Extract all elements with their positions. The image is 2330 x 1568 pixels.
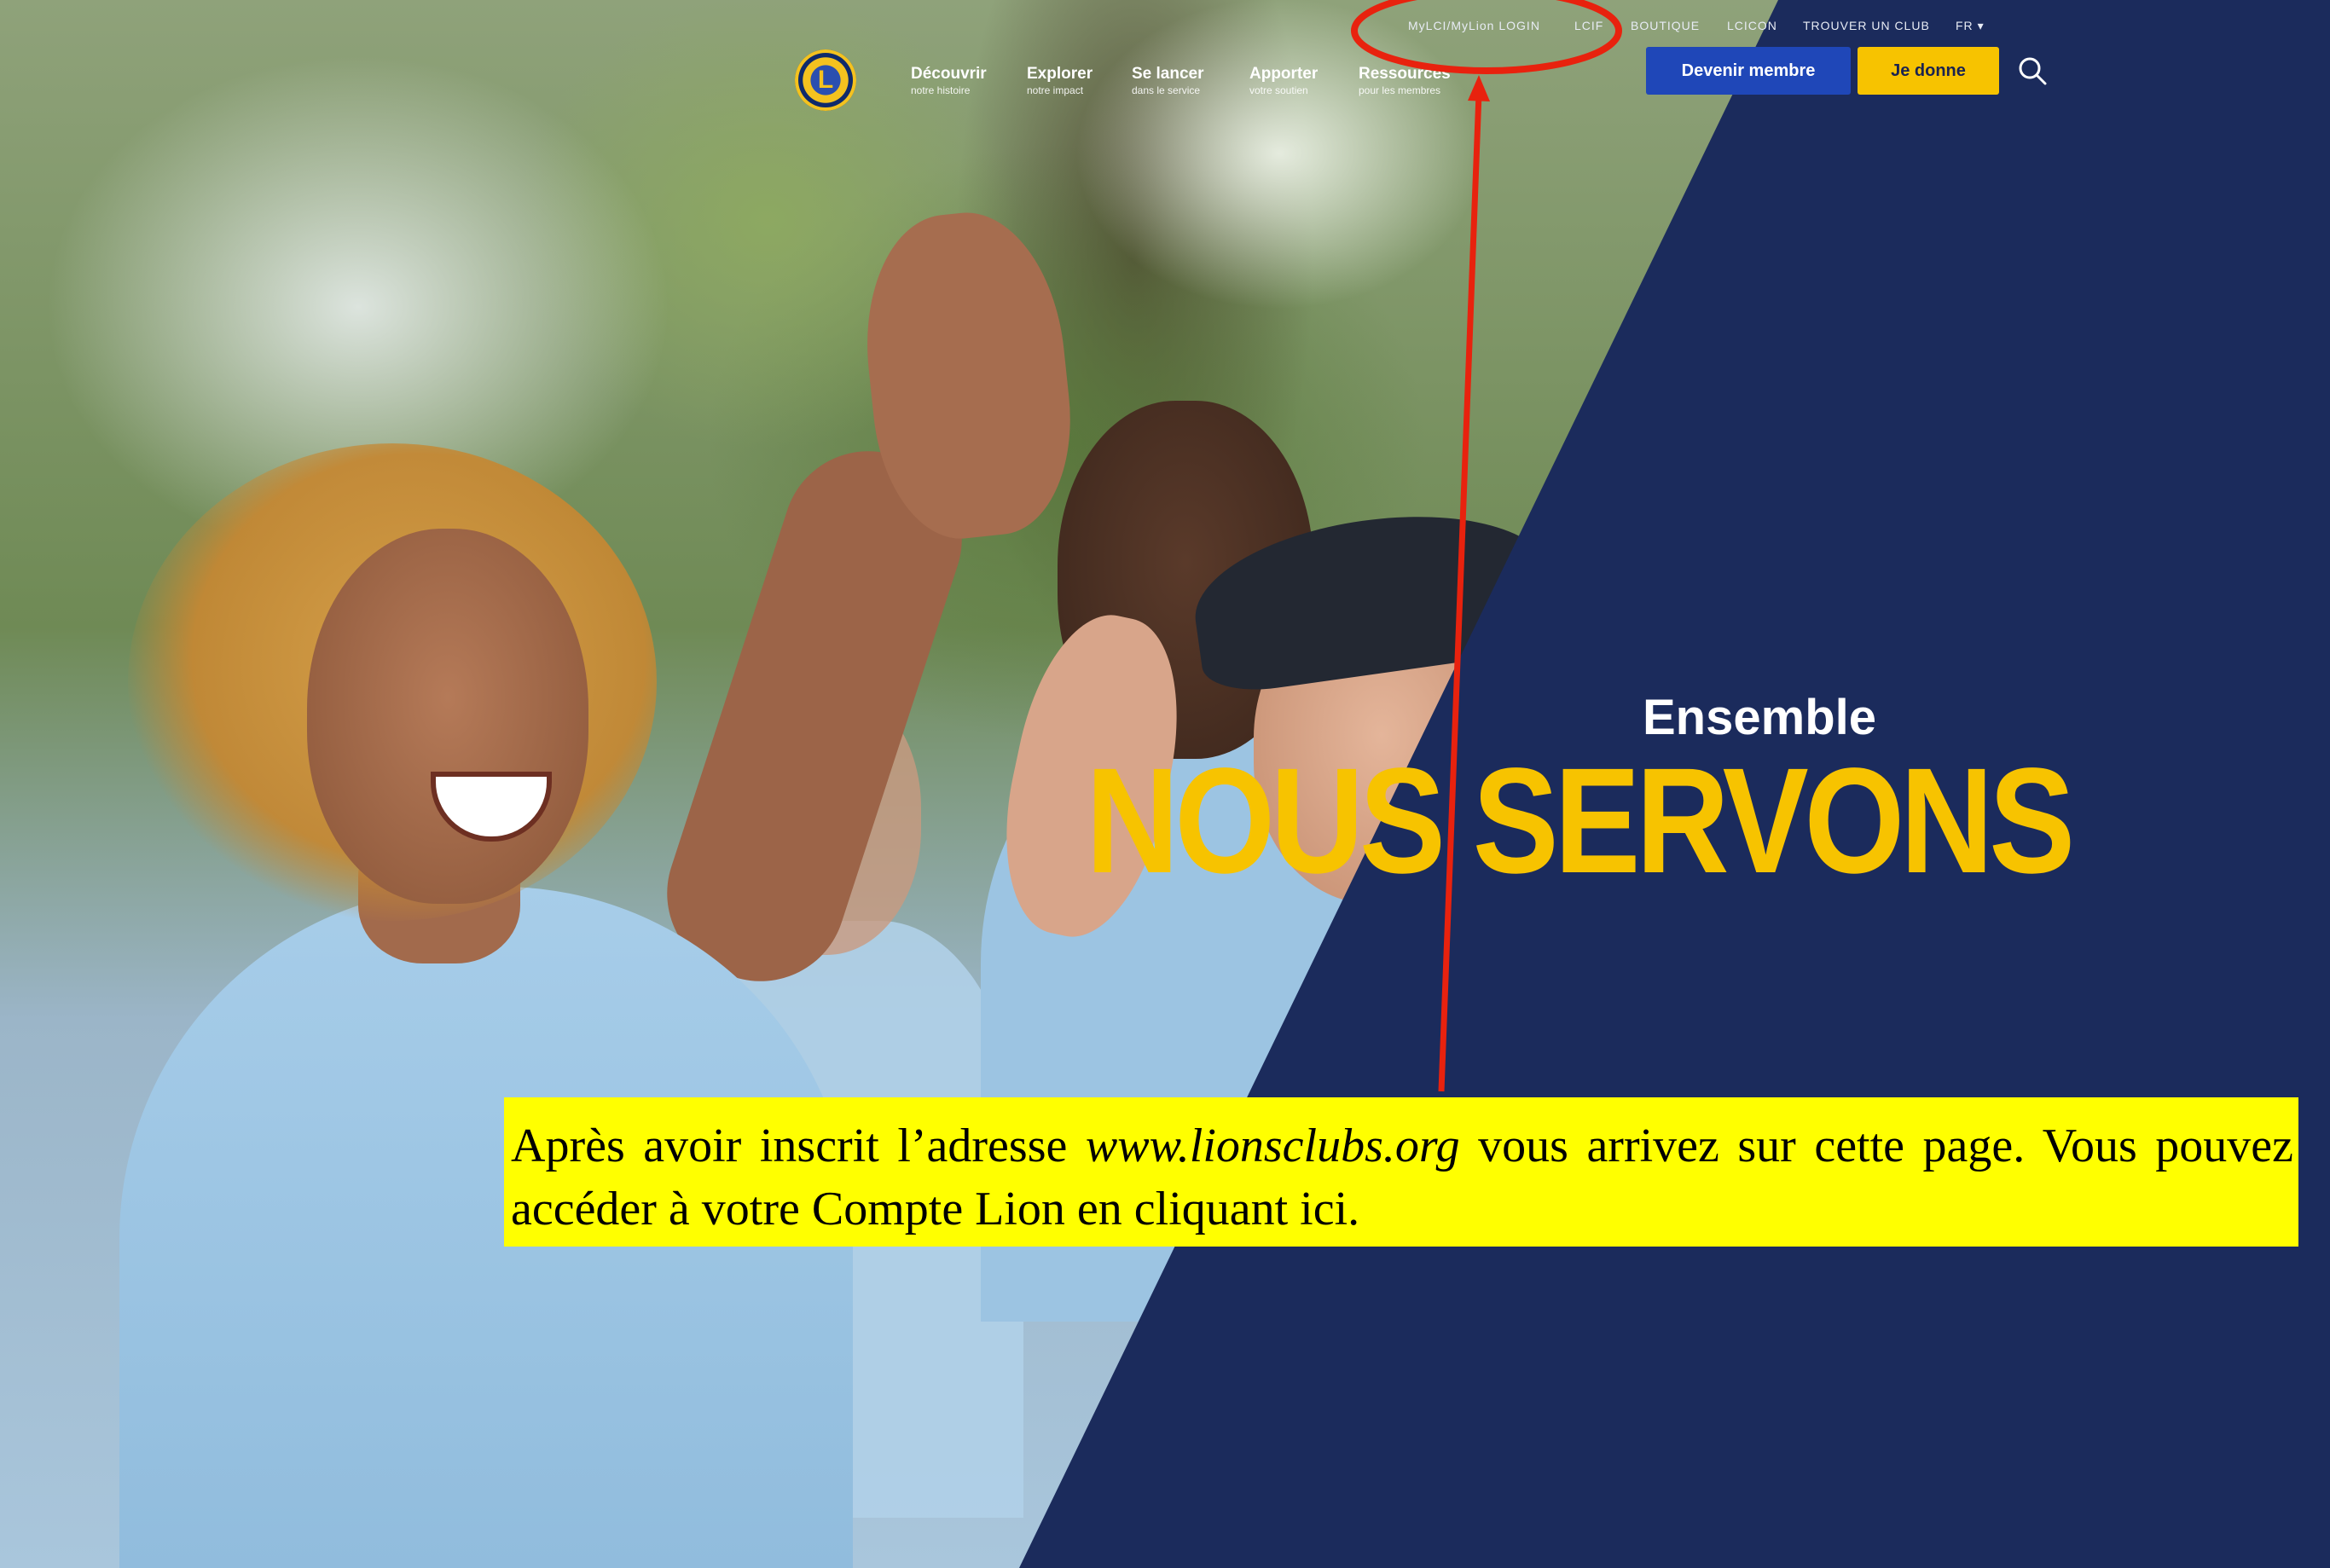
- nav-title: Se lancer: [1132, 65, 1204, 83]
- annotation-text-1: Après avoir inscrit l’adresse: [511, 1120, 1086, 1172]
- nav-item-se-lancer[interactable]: Se lancer dans le service: [1132, 65, 1204, 97]
- nav-subtitle: pour les membres: [1359, 84, 1441, 96]
- language-selector[interactable]: FR ▾: [1956, 19, 1985, 33]
- nav-title: Ressources: [1359, 65, 1451, 83]
- nav-item-ressources[interactable]: Ressources pour les membres: [1359, 65, 1451, 97]
- hero-title: NOUS SERVONS: [1086, 738, 2075, 905]
- nav-title: Apporter: [1249, 65, 1319, 83]
- caret-down-icon: ▾: [1977, 19, 1985, 32]
- nav-item-apporter[interactable]: Apporter votre soutien: [1249, 65, 1318, 97]
- nav-title: Découvrir: [911, 65, 987, 83]
- nav-title: Explorer: [1027, 65, 1093, 83]
- lions-logo[interactable]: L: [795, 49, 856, 111]
- lcicon-link[interactable]: LCICON: [1727, 19, 1777, 32]
- mylion-login-link[interactable]: MyLCI/MyLion LOGIN: [1408, 19, 1540, 32]
- logo-letter: L: [817, 66, 834, 94]
- language-label: FR: [1956, 19, 1974, 32]
- nav-item-explorer[interactable]: Explorer notre impact: [1027, 65, 1093, 97]
- annotation-url: www.lionsclubs.org: [1085, 1120, 1460, 1172]
- search-icon[interactable]: [2018, 56, 2047, 85]
- page: L Découvrir notre histoire Explorer notr…: [0, 0, 2330, 1568]
- boutique-link[interactable]: BOUTIQUE: [1631, 19, 1700, 32]
- nav-subtitle: notre impact: [1027, 84, 1084, 96]
- lcif-link[interactable]: LCIF: [1574, 19, 1603, 32]
- nav-subtitle: votre soutien: [1249, 84, 1308, 96]
- devenir-membre-button[interactable]: Devenir membre: [1646, 47, 1851, 95]
- nav-item-decouvrir[interactable]: Découvrir notre histoire: [911, 65, 987, 97]
- je-donne-button[interactable]: Je donne: [1858, 47, 1999, 95]
- nav-subtitle: dans le service: [1132, 84, 1201, 96]
- annotation-note: Après avoir inscrit l’adresse www.lionsc…: [504, 1097, 2298, 1247]
- nav-subtitle: notre histoire: [911, 84, 971, 96]
- trouver-un-club-link[interactable]: TROUVER UN CLUB: [1803, 19, 1930, 32]
